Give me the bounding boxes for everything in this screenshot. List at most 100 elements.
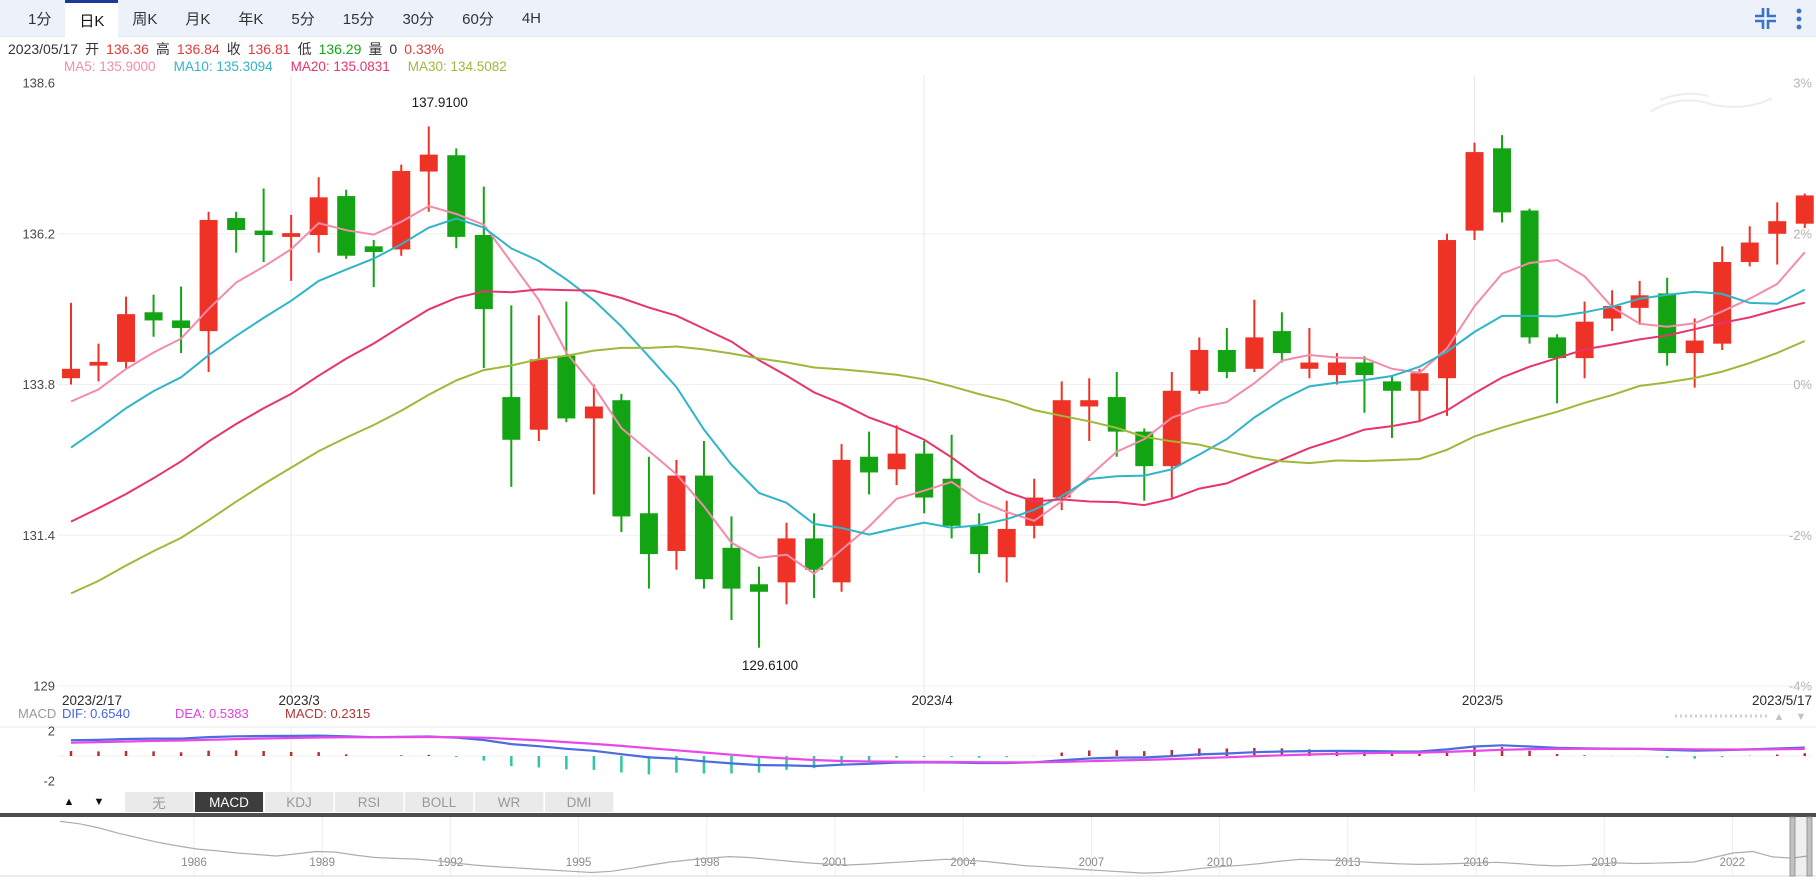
- candle-body: [1162, 390, 1181, 467]
- candle-body: [1713, 262, 1732, 344]
- panel-up-arrow-button[interactable]: ▲: [56, 792, 82, 812]
- candle-body: [254, 230, 273, 236]
- indicator-tab-BOLL[interactable]: BOLL: [405, 792, 474, 812]
- candle-body: [1190, 349, 1209, 391]
- candle-body: [667, 475, 686, 551]
- candle-body: [557, 355, 576, 419]
- navigator-left-handle[interactable]: [1789, 816, 1796, 877]
- navigator-year-label: 2004: [950, 857, 976, 869]
- macd-axis-label: -2: [43, 774, 55, 789]
- candle-body: [1327, 362, 1346, 376]
- date-axis-label: 2023/5: [1462, 693, 1503, 708]
- candle-body: [1520, 210, 1539, 338]
- candle-body: [1300, 362, 1319, 369]
- indicator-row: ▲ ▼ 无 MACD KDJ RSI BOLL WR DMI: [0, 792, 1816, 812]
- candle-body: [447, 155, 466, 237]
- candle-body: [887, 453, 906, 470]
- panel-down-arrow-button[interactable]: ▼: [86, 792, 112, 812]
- panel-collapse-up-icon[interactable]: ▲: [1774, 711, 1785, 723]
- candle-body: [392, 170, 411, 250]
- panel-collapse-down-icon[interactable]: ▼: [1796, 711, 1807, 723]
- candle-body: [1438, 240, 1456, 379]
- macd-axis-label: 2: [48, 724, 55, 739]
- percent-axis-label: -2%: [1789, 528, 1813, 543]
- candle-body: [1493, 148, 1512, 213]
- macd-value-label: DEA: 0.5383: [175, 706, 249, 721]
- dea-line: [70, 735, 1805, 764]
- candle-body: [805, 538, 824, 570]
- candle-body: [584, 406, 603, 419]
- candle-body: [777, 538, 796, 583]
- candle-body: [1548, 337, 1567, 359]
- candle-body: [832, 459, 851, 583]
- candle-body: [172, 320, 191, 328]
- candle-body: [529, 359, 548, 430]
- candle-body: [694, 475, 713, 580]
- candle-body: [997, 528, 1016, 558]
- candle-body: [502, 397, 521, 440]
- kline-app: 1分 日K 周K 月K 年K 5分 15分 30分 60分 4H 2023/05/17 开 136.…: [0, 0, 1816, 882]
- price-axis-label: 138.6: [22, 76, 55, 91]
- candle-body: [1575, 321, 1594, 359]
- candle-body: [1795, 195, 1814, 224]
- navigator-year-label: 1995: [566, 857, 592, 869]
- candle-body: [1658, 293, 1677, 354]
- macd-value-label: MACD: 0.2315: [285, 706, 371, 721]
- candle-body: [722, 547, 741, 589]
- date-axis-label: 2023/5/17: [1752, 693, 1812, 708]
- main-chart[interactable]: 137.9100 129.6100 138.6 3% 136.2 2% 133.8 0% 131…: [0, 0, 1816, 882]
- candle-body: [1382, 381, 1401, 391]
- navigator-top-border: [0, 813, 1816, 817]
- candle-body: [1355, 362, 1374, 376]
- candle-body: [419, 154, 438, 172]
- candle-body: [639, 513, 658, 555]
- high-annotation: 137.9100: [412, 95, 468, 110]
- navigator-year-label: 1986: [181, 857, 207, 869]
- watermark: [1649, 92, 1773, 113]
- candle-body: [860, 456, 879, 473]
- candle-body: [227, 218, 246, 230]
- indicator-tab-KDJ[interactable]: KDJ: [265, 792, 334, 812]
- navigator-right-handle[interactable]: [1806, 816, 1813, 877]
- percent-axis-label: 2%: [1793, 226, 1812, 241]
- candle-body: [1685, 340, 1704, 354]
- price-axis-label: 131.4: [22, 528, 55, 543]
- price-axis-label: 129: [33, 679, 55, 694]
- candle-body: [1465, 152, 1484, 231]
- candle-body: [1768, 221, 1787, 234]
- candle-body: [364, 246, 383, 252]
- candle-body: [144, 312, 163, 321]
- price-axis-label: 136.2: [22, 226, 55, 241]
- price-axis-label: 133.8: [22, 377, 55, 392]
- navigator-year-label: 1989: [309, 857, 335, 869]
- indicator-tab-DMI[interactable]: DMI: [545, 792, 614, 812]
- candle-body: [62, 368, 80, 379]
- ma30-line: [70, 340, 1806, 595]
- candle-body: [750, 584, 768, 592]
- date-axis-label: 2023/4: [911, 693, 953, 708]
- candle-body: [1080, 400, 1099, 407]
- navigator-year-label: 2001: [822, 857, 848, 869]
- indicator-tab-WR[interactable]: WR: [475, 792, 544, 812]
- macd-label-bar: MACD DIF: 0.6540 DEA: 0.5383 MACD: 0.2315: [18, 706, 405, 721]
- candle-body: [1245, 337, 1264, 369]
- macd-value-label: MACD: [18, 706, 57, 721]
- candle-body: [1740, 242, 1759, 263]
- candle-body: [970, 525, 989, 555]
- navigator-year-label: 2022: [1720, 857, 1746, 869]
- navigator-year-label: 2013: [1335, 857, 1361, 869]
- candle-body: [474, 235, 493, 310]
- percent-axis-label: -4%: [1789, 679, 1813, 694]
- candle-body: [282, 233, 301, 237]
- candle-body: [1217, 349, 1236, 372]
- percent-axis-label: 0%: [1793, 377, 1812, 392]
- indicator-tab-无[interactable]: 无: [125, 792, 194, 812]
- macd-value-label: DIF: 0.6540: [62, 706, 130, 721]
- navigator-year-label: 2007: [1079, 857, 1105, 869]
- candle-body: [337, 196, 356, 256]
- low-annotation: 129.6100: [742, 658, 798, 673]
- candle-body: [1410, 373, 1429, 391]
- candle-body: [117, 314, 136, 362]
- indicator-tab-MACD[interactable]: MACD: [195, 792, 264, 812]
- indicator-tab-RSI[interactable]: RSI: [335, 792, 404, 812]
